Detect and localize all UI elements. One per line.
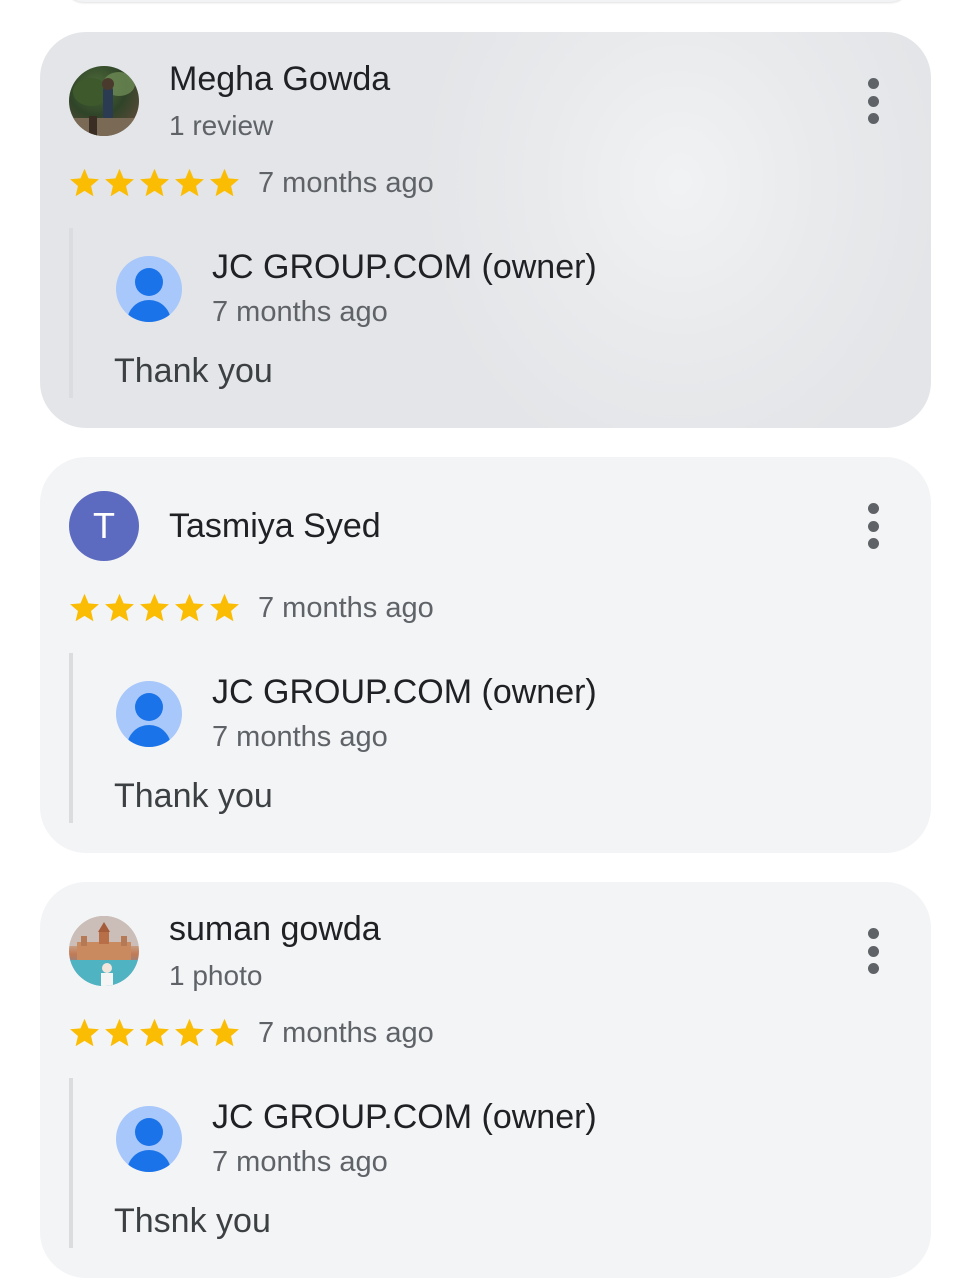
owner-reply: JC GROUP.COM (owner) 7 months ago Thsnk …	[69, 1078, 673, 1248]
account-circle-icon	[116, 1106, 182, 1172]
owner-reply: JC GROUP.COM (owner) 7 months ago Thank …	[69, 228, 673, 398]
star-rating	[68, 166, 241, 200]
review-date: 7 months ago	[258, 1017, 434, 1049]
star-icon	[140, 593, 169, 622]
star-icon	[210, 1018, 239, 1047]
star-icon	[175, 593, 204, 622]
owner-name: JC GROUP.COM (owner)	[212, 248, 597, 286]
owner-reply: JC GROUP.COM (owner) 7 months ago Thank …	[69, 653, 673, 823]
owner-name: JC GROUP.COM (owner)	[212, 673, 597, 711]
reviewer-avatar[interactable]	[69, 66, 139, 136]
reviewer-name[interactable]: suman gowda	[169, 910, 381, 949]
previous-review-card-edge	[64, 0, 910, 2]
star-icon	[140, 168, 169, 197]
star-icon	[210, 593, 239, 622]
star-icon	[105, 1018, 134, 1047]
owner-name: JC GROUP.COM (owner)	[212, 1098, 597, 1136]
star-icon	[175, 168, 204, 197]
star-rating	[68, 591, 241, 625]
more-vert-icon	[867, 928, 879, 939]
more-options-button[interactable]	[855, 928, 891, 974]
owner-reply-date: 7 months ago	[212, 296, 388, 328]
more-options-button[interactable]	[855, 78, 891, 124]
owner-reply-date: 7 months ago	[212, 721, 388, 753]
reviewer-review-count: 1 review	[169, 110, 274, 141]
reviewer-photo-count: 1 photo	[169, 960, 263, 991]
star-rating	[68, 1016, 241, 1050]
more-vert-icon	[867, 503, 879, 514]
reviews-page: Megha Gowda 1 review 7 months ago JC GRO…	[0, 0, 971, 1280]
review-card[interactable]: Megha Gowda 1 review 7 months ago JC GRO…	[40, 32, 931, 428]
reviewer-avatar[interactable]: T	[69, 491, 139, 561]
star-icon	[140, 1018, 169, 1047]
owner-reply-text: Thsnk you	[114, 1202, 271, 1240]
account-circle-icon	[116, 256, 182, 322]
account-circle-icon	[116, 681, 182, 747]
owner-reply-date: 7 months ago	[212, 1146, 388, 1178]
review-card[interactable]: suman gowda 1 photo 7 months ago JC GROU…	[40, 882, 931, 1278]
avatar-letter: T	[93, 505, 115, 546]
star-icon	[210, 168, 239, 197]
more-vert-icon	[867, 78, 879, 89]
reviewer-name[interactable]: Tasmiya Syed	[169, 507, 381, 546]
star-icon	[105, 168, 134, 197]
owner-reply-text: Thank you	[114, 777, 273, 815]
review-date: 7 months ago	[258, 592, 434, 624]
star-icon	[175, 1018, 204, 1047]
owner-reply-text: Thank you	[114, 352, 273, 390]
star-icon	[70, 168, 99, 197]
reviewer-name[interactable]: Megha Gowda	[169, 60, 390, 99]
star-icon	[70, 593, 99, 622]
reviewer-avatar[interactable]	[69, 916, 139, 986]
more-options-button[interactable]	[855, 503, 891, 549]
star-icon	[105, 593, 134, 622]
star-icon	[70, 1018, 99, 1047]
review-date: 7 months ago	[258, 167, 434, 199]
review-card[interactable]: T Tasmiya Syed 7 months ago JC GROUP.COM…	[40, 457, 931, 853]
